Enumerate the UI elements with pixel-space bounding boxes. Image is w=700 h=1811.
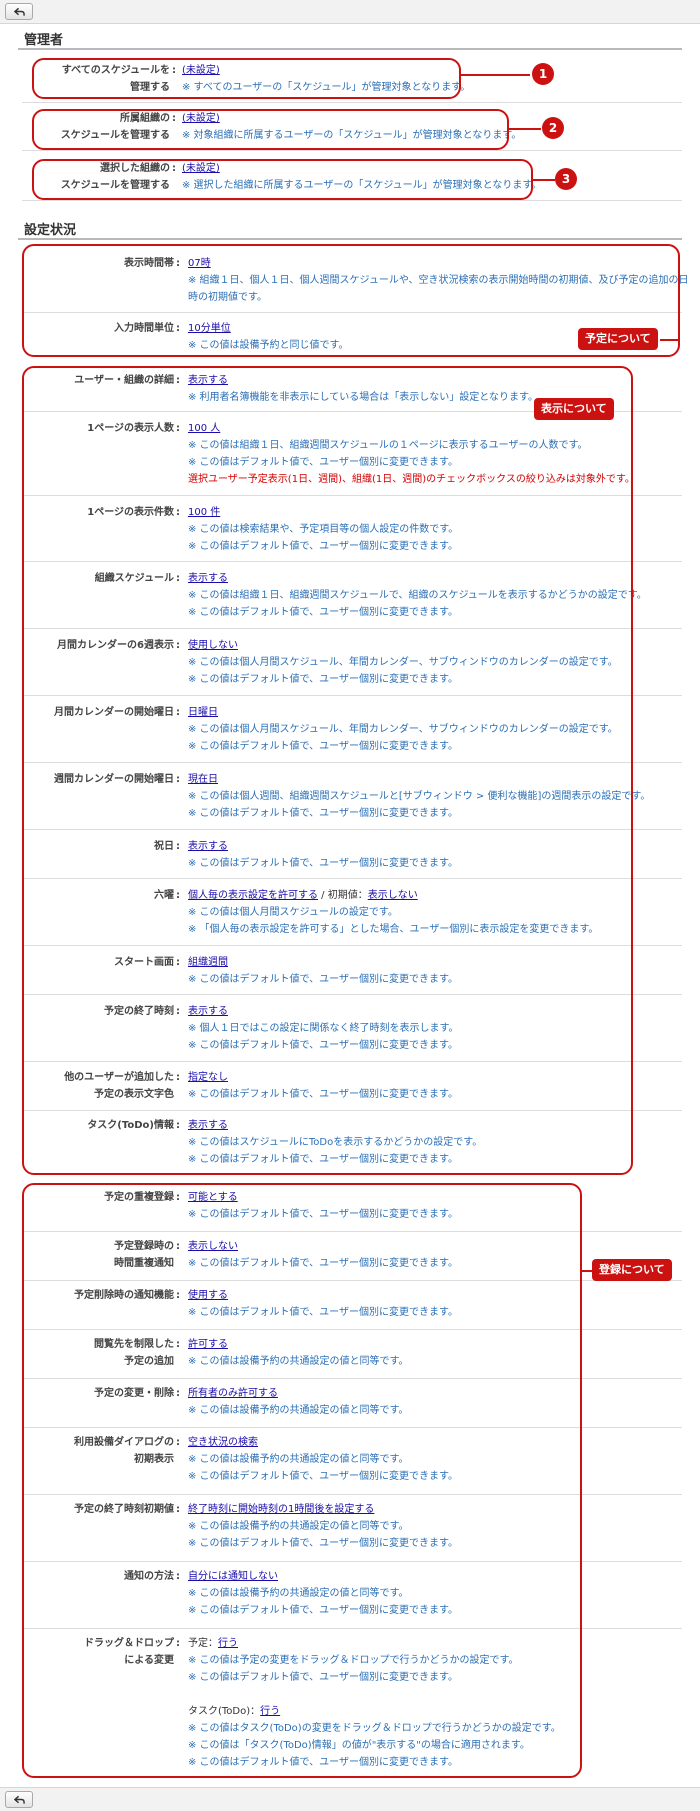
connector-3 (533, 179, 555, 181)
setting-row-org-schedule: 組織スケジュール : 表示する ※ この値は組織１日、組織週間スケジュールで、組織… (22, 562, 682, 629)
admin-all-note: ※ すべてのユーザーの「スケジュール」が管理対象となります。 (182, 82, 471, 93)
setting-row-items-per-page: 1ページの表示件数 : 100 件 ※ この値は検索結果や、予定項目等の個人設定の… (22, 496, 682, 562)
items-per-page-link[interactable]: 100 件 (188, 504, 458, 521)
rokuyo-permission-link[interactable]: 個人毎の表示設定を許可する (188, 890, 318, 901)
setting-row-rokuyo: 六曜 : 個人毎の表示設定を許可する / 初期値：表示しない ※ この値は個人月間… (22, 879, 682, 946)
facility-dialog-link[interactable]: 空き状況の検索 (188, 1434, 458, 1451)
setting-row-drag-drop: ドラッグ＆ドロップ による変更 : 予定：行う ※ この値は予定の変更をドラッグ＆… (84, 1638, 561, 1768)
badge-1: 1 (532, 63, 554, 85)
setting-row-display-hours: 表示時間帯 : 07時 ※ 組織１日、個人１日、個人週間スケジュールや、空き状況検… (22, 244, 689, 313)
setting-row-notify-method: 通知の方法 : 自分には通知しない ※ この値は設備予約の共通設定の値と同等です。… (22, 1562, 682, 1629)
setting-row-monthly-start-day: 月間カレンダーの開始曜日 : 日曜日 ※ この値は個人月間スケジュール、年間カレン… (22, 696, 682, 763)
admin-row-selected: 選択した組織の スケジュールを管理する : (未設定) ※ 選択した組織に所属するユ… (22, 151, 682, 201)
connector-1 (461, 74, 530, 76)
admin-row-label: 選択した組織の スケジュールを管理する (60, 163, 170, 191)
setting-row-duplicate: 予定の重複登録 : 可能とする ※ この値はデフォルト値で、ユーザー個別に変更でき… (22, 1183, 682, 1232)
monthly-start-day-link[interactable]: 日曜日 (188, 704, 618, 721)
connector-schedule (660, 339, 680, 341)
setting-row-delete-notice: 予定削除時の通知機能 : 使用する ※ この値はデフォルト値で、ユーザー個別に変更… (22, 1281, 682, 1330)
setting-row-todo-info: タスク(ToDo)情報 : 表示する ※ この値はスケジュールにToDoを表示する… (22, 1111, 682, 1174)
setting-row-text-color: 他のユーザーが追加した 予定の表示文字色 : 指定なし ※ この値はデフォルト値で、… (22, 1062, 682, 1111)
setting-row-edit-delete: 予定の変更・削除 : 所有者のみ許可する ※ この値は設備予約の共通設定の値と同等… (22, 1379, 682, 1428)
todo-info-link[interactable]: 表示する (188, 1117, 482, 1134)
edit-delete-link[interactable]: 所有者のみ許可する (188, 1385, 409, 1402)
drag-drop-schedule-link[interactable]: 行う (218, 1638, 238, 1649)
tag-register: 登録について (592, 1259, 672, 1281)
start-screen-link[interactable]: 組織週間 (188, 954, 458, 971)
users-per-page-link[interactable]: 100 人 (188, 420, 635, 437)
admin-selected-value-link[interactable]: (未設定) (182, 160, 541, 177)
admin-section-divider (18, 48, 682, 50)
connector-2 (509, 128, 541, 130)
setting-row-end-time-default: 予定の終了時刻初期値 : 終了時刻に開始時刻の1時間後を設定する ※ この値は設備… (22, 1495, 682, 1562)
admin-row-all: すべてのスケジュールを 管理する : (未設定) ※ すべてのユーザーの「スケジュー… (22, 55, 682, 103)
settings-section-title: 設定状況 (24, 223, 77, 238)
admin-dept-note: ※ 対象組織に所属するユーザーの「スケジュール」が管理対象となります。 (182, 130, 522, 141)
setting-row-holidays: 祝日 : 表示する ※ この値はデフォルト値で、ユーザー個別に変更できます。 (22, 830, 682, 879)
end-time-link[interactable]: 表示する (188, 1003, 459, 1020)
org-schedule-link[interactable]: 表示する (188, 570, 647, 587)
holidays-link[interactable]: 表示する (188, 838, 458, 855)
setting-row-end-time: 予定の終了時刻 : 表示する ※ 個人１日ではこの設定に関係なく終了時刻を表示しま… (22, 995, 682, 1062)
setting-row-overlap-notice: 予定登録時の 時間重複通知 : 表示しない ※ この値はデフォルト値で、ユーザー個別… (22, 1232, 682, 1281)
rokuyo-default-link[interactable]: 表示しない (368, 890, 418, 901)
end-time-default-link[interactable]: 終了時刻に開始時刻の1時間後を設定する (188, 1501, 458, 1518)
badge-3: 3 (555, 168, 577, 190)
tag-schedule: 予定について (578, 328, 658, 350)
notify-method-link[interactable]: 自分には通知しない (188, 1568, 458, 1585)
weekly-start-day-link[interactable]: 現在日 (188, 771, 650, 788)
back-button-bottom[interactable] (5, 1791, 33, 1808)
tag-display: 表示について (534, 398, 614, 420)
setting-row-monthly-6weeks: 月間カレンダーの6週表示 : 使用しない ※ この値は個人月間スケジュール、年間カ… (22, 629, 682, 696)
admin-section-title: 管理者 (24, 33, 64, 48)
text-color-link[interactable]: 指定なし (188, 1069, 458, 1086)
settings-content: 管理者 すべてのスケジュールを 管理する : (未設定) ※ すべてのユーザーの「ス… (0, 0, 700, 1811)
drag-drop-todo-link[interactable]: 行う (260, 1706, 280, 1717)
admin-all-value-link[interactable]: (未設定) (182, 62, 470, 79)
admin-row-label: 所属組織の スケジュールを管理する (60, 113, 170, 141)
delete-notice-link[interactable]: 使用する (188, 1287, 458, 1304)
back-arrow-icon (13, 1795, 25, 1804)
settings-section-divider (18, 238, 682, 240)
input-unit-link[interactable]: 10分単位 (188, 320, 349, 337)
setting-row-restricted-add: 閲覧先を制限した 予定の追加 : 許可する ※ この値は設備予約の共通設定の値と同等… (22, 1330, 682, 1379)
connector-register (582, 1270, 592, 1272)
setting-row-weekly-start-day: 週間カレンダーの開始曜日 : 現在日 ※ この値は個人週間、組織週間スケジュールと… (22, 763, 682, 830)
admin-dept-value-link[interactable]: (未設定) (182, 110, 521, 127)
duplicate-link[interactable]: 可能とする (188, 1189, 458, 1206)
restricted-add-link[interactable]: 許可する (188, 1336, 409, 1353)
user-details-link[interactable]: 表示する (188, 372, 538, 389)
setting-row-users-per-page: 1ページの表示人数 : 100 人 ※ この値は組織１日、組織週間スケジュールの１… (22, 412, 682, 496)
overlap-notice-link[interactable]: 表示しない (188, 1238, 458, 1255)
admin-row-label: すべてのスケジュールを 管理する (61, 65, 170, 93)
badge-2: 2 (542, 117, 564, 139)
display-hours-link[interactable]: 07時 (188, 255, 689, 272)
bottom-toolbar (0, 1787, 700, 1811)
admin-row-dept: 所属組織の スケジュールを管理する : (未設定) ※ 対象組織に所属するユーザーの… (22, 103, 682, 151)
setting-row-facility-dialog: 利用設備ダイアログの 初期表示 : 空き状況の検索 ※ この値は設備予約の共通設定の… (22, 1428, 682, 1495)
monthly-6weeks-link[interactable]: 使用しない (188, 637, 618, 654)
admin-selected-note: ※ 選択した組織に所属するユーザーの「スケジュール」が管理対象となります。 (182, 180, 542, 191)
setting-row-start-screen: スタート画面 : 組織週間 ※ この値はデフォルト値で、ユーザー個別に変更できます… (22, 946, 682, 995)
